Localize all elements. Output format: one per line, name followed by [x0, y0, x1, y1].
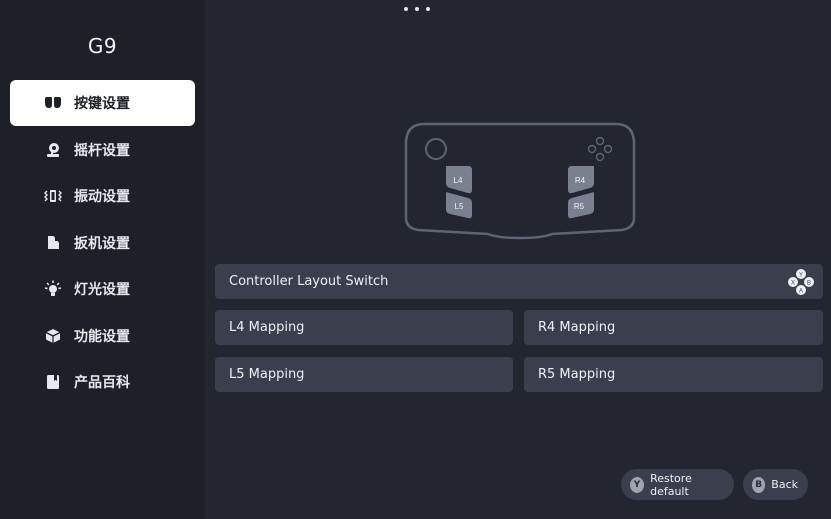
controller-layout-switch[interactable]: Controller Layout Switch Y X B A: [215, 264, 823, 299]
restore-default-button[interactable]: Y Restore default: [621, 469, 734, 500]
svg-text:R4: R4: [575, 176, 586, 185]
trigger-icon: [44, 234, 62, 252]
back-label: Back: [771, 478, 798, 491]
more-options-icon[interactable]: [404, 5, 430, 13]
l5-mapping-card[interactable]: L5 Mapping: [215, 357, 513, 392]
svg-text:L5: L5: [455, 202, 464, 211]
svg-text:Y: Y: [799, 273, 803, 279]
sidebar-item-function[interactable]: 功能设置: [10, 313, 195, 359]
svg-text:L4: L4: [454, 176, 463, 185]
sidebar-item-joystick[interactable]: 摇杆设置: [10, 127, 195, 173]
r4-mapping-card[interactable]: R4 Mapping: [524, 310, 823, 345]
function-cube-icon: [44, 327, 62, 345]
l5-mapping-label: L5 Mapping: [229, 367, 305, 382]
svg-text:B: B: [807, 281, 811, 287]
sidebar: G9 按键设置 摇杆设置 振动设置 扳机设置 灯光设置 功能设置 产品百科: [0, 0, 205, 519]
sidebar-item-label: 灯光设置: [74, 282, 130, 298]
l4-mapping-card[interactable]: L4 Mapping: [215, 310, 513, 345]
sidebar-item-label: 扳机设置: [74, 235, 130, 252]
sidebar-item-trigger[interactable]: 扳机设置: [10, 220, 195, 266]
b-key-icon: B: [752, 476, 766, 493]
sidebar-item-label: 振动设置: [74, 189, 130, 205]
app-window: G9 按键设置 摇杆设置 振动设置 扳机设置 灯光设置 功能设置 产品百科 L4…: [0, 0, 831, 519]
svg-text:R5: R5: [574, 202, 585, 211]
restore-default-label: Restore default: [650, 471, 692, 498]
abxy-buttons-icon: Y X B A: [788, 269, 814, 295]
joystick-icon: [44, 141, 62, 159]
sidebar-item-vibration[interactable]: 振动设置: [10, 173, 195, 219]
sidebar-item-label: 产品百科: [74, 375, 130, 391]
sidebar-item-label: 摇杆设置: [74, 142, 130, 159]
r5-mapping-label: R5 Mapping: [538, 367, 616, 382]
sidebar-item-light[interactable]: 灯光设置: [10, 266, 195, 312]
r4-mapping-label: R4 Mapping: [538, 320, 616, 335]
light-icon: [44, 280, 62, 298]
l5-paddle: L5: [446, 192, 472, 219]
brand-title: G9: [87, 34, 118, 58]
vibration-icon: [44, 187, 62, 205]
r4-paddle: R4: [568, 166, 594, 194]
back-button[interactable]: B Back: [743, 469, 808, 500]
y-key-icon: Y: [630, 476, 645, 493]
sidebar-item-wiki[interactable]: 产品百科: [10, 359, 195, 405]
book-icon: [44, 373, 62, 391]
controller-illustration: L4 L5 R4 R5: [404, 122, 636, 240]
l4-paddle: L4: [446, 166, 472, 194]
sidebar-item-label: 功能设置: [74, 328, 130, 345]
svg-text:X: X: [791, 281, 795, 287]
buttons-icon: [44, 94, 62, 112]
l4-mapping-label: L4 Mapping: [229, 320, 305, 335]
r5-paddle: R5: [568, 192, 594, 219]
sidebar-item-label: 按键设置: [74, 96, 130, 112]
svg-text:A: A: [799, 289, 803, 295]
sidebar-nav: 按键设置 摇杆设置 振动设置 扳机设置 灯光设置 功能设置 产品百科: [10, 80, 195, 406]
layout-switch-label: Controller Layout Switch: [229, 274, 389, 289]
sidebar-item-buttons[interactable]: 按键设置: [10, 80, 195, 126]
r5-mapping-card[interactable]: R5 Mapping: [524, 357, 823, 392]
